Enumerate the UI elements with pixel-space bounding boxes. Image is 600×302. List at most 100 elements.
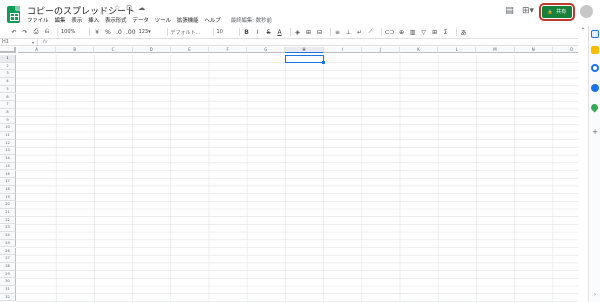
- column-header-l[interactable]: L: [438, 47, 477, 53]
- row-header-3[interactable]: 3: [0, 70, 16, 79]
- insert-link-icon[interactable]: ⊂⊃: [385, 29, 395, 36]
- insert-chart-icon[interactable]: ▥: [409, 29, 417, 36]
- row-header-1[interactable]: 1: [0, 55, 16, 63]
- menu-tools[interactable]: ツール: [155, 16, 171, 24]
- row-header-8[interactable]: 8: [0, 108, 16, 117]
- print-icon[interactable]: ⎙: [32, 28, 40, 36]
- star-icon[interactable]: ☆: [114, 4, 120, 12]
- decrease-decimal-button[interactable]: .0: [115, 29, 123, 36]
- move-folder-icon[interactable]: ⊡: [126, 4, 132, 12]
- merge-cells-icon[interactable]: ⊟: [316, 29, 324, 36]
- row-header-4[interactable]: 4: [0, 78, 16, 86]
- row-header-10[interactable]: 10: [0, 124, 16, 132]
- text-color-button[interactable]: A: [276, 29, 284, 36]
- filter-views-icon[interactable]: ⊞: [431, 29, 439, 36]
- menu-edit[interactable]: 編集: [55, 16, 66, 24]
- column-header-k[interactable]: K: [400, 47, 439, 53]
- column-header-a[interactable]: A: [18, 47, 57, 53]
- column-header-n[interactable]: N: [514, 47, 553, 53]
- row-header-22[interactable]: 22: [0, 216, 16, 225]
- text-rotation-icon[interactable]: ⟋: [367, 28, 375, 36]
- filter-icon[interactable]: ▽: [420, 29, 428, 36]
- bold-button[interactable]: B: [243, 29, 251, 36]
- column-header-d[interactable]: D: [132, 47, 171, 53]
- input-tools-icon[interactable]: あ: [460, 28, 468, 37]
- share-button[interactable]: 🔒 共有: [542, 6, 572, 18]
- menu-insert[interactable]: 挿入: [88, 16, 99, 24]
- row-header-27[interactable]: 27: [0, 255, 16, 263]
- row-header-13[interactable]: 13: [0, 147, 16, 156]
- percent-button[interactable]: %: [104, 29, 112, 36]
- menu-file[interactable]: ファイル: [27, 16, 49, 24]
- font-size-select[interactable]: 10: [217, 29, 233, 35]
- row-header-14[interactable]: 14: [0, 155, 16, 163]
- menu-format[interactable]: 表示形式: [105, 16, 127, 24]
- keep-icon[interactable]: [591, 46, 599, 54]
- row-header-29[interactable]: 29: [0, 270, 16, 279]
- row-header-24[interactable]: 24: [0, 232, 16, 240]
- spreadsheet-grid[interactable]: A B C D E F G H I J K L M N O 1 2 3 4 5 6 7 8 9 10 11 12 13 14 15 16 17…: [0, 47, 578, 302]
- row-header-15[interactable]: 15: [0, 162, 16, 171]
- menu-extensions[interactable]: 拡張機能: [177, 16, 199, 24]
- avatar[interactable]: [580, 5, 593, 18]
- row-header-6[interactable]: 6: [0, 93, 16, 102]
- row-header-26[interactable]: 26: [0, 247, 16, 256]
- tasks-icon[interactable]: [591, 64, 599, 72]
- row-header-23[interactable]: 23: [0, 224, 16, 233]
- row-header-25[interactable]: 25: [0, 239, 16, 248]
- currency-button[interactable]: ¥: [93, 29, 101, 36]
- redo-icon[interactable]: ↷: [21, 29, 29, 36]
- strikethrough-button[interactable]: S: [265, 29, 273, 36]
- expand-panel-icon[interactable]: ›: [591, 292, 599, 298]
- column-header-b[interactable]: B: [56, 47, 95, 53]
- contacts-icon[interactable]: [591, 84, 599, 92]
- text-wrap-icon[interactable]: ↵: [356, 29, 364, 36]
- column-header-g[interactable]: G: [247, 47, 286, 53]
- column-header-c[interactable]: C: [94, 47, 133, 53]
- row-header-16[interactable]: 16: [0, 170, 16, 179]
- selected-cell[interactable]: [285, 55, 324, 63]
- column-header-i[interactable]: I: [323, 47, 362, 53]
- row-header-32[interactable]: 32: [0, 293, 16, 302]
- menu-help[interactable]: ヘルプ: [205, 16, 221, 24]
- add-addon-icon[interactable]: +: [591, 128, 599, 136]
- menu-data[interactable]: データ: [133, 16, 149, 24]
- more-formats-select[interactable]: 123▾: [139, 29, 161, 35]
- row-header-21[interactable]: 21: [0, 209, 16, 217]
- select-all-corner[interactable]: [0, 47, 16, 53]
- row-header-12[interactable]: 12: [0, 139, 16, 148]
- name-box[interactable]: H1 ▾: [2, 39, 38, 46]
- maps-icon[interactable]: [589, 102, 600, 113]
- insert-comment-icon[interactable]: ⊕: [398, 29, 406, 36]
- column-header-m[interactable]: M: [476, 47, 515, 53]
- row-header-31[interactable]: 31: [0, 286, 16, 294]
- sheets-logo-icon[interactable]: [7, 6, 20, 23]
- functions-icon[interactable]: Σ: [442, 29, 450, 36]
- row-header-30[interactable]: 30: [0, 278, 16, 286]
- increase-decimal-button[interactable]: .00: [126, 29, 136, 36]
- horizontal-align-icon[interactable]: ≡: [334, 29, 342, 36]
- fill-color-icon[interactable]: ◈: [294, 29, 302, 36]
- paint-format-icon[interactable]: ⎌: [43, 28, 51, 36]
- menu-view[interactable]: 表示: [71, 16, 82, 24]
- column-header-e[interactable]: E: [170, 47, 209, 53]
- row-header-2[interactable]: 2: [0, 62, 16, 71]
- row-header-18[interactable]: 18: [0, 185, 16, 194]
- row-header-19[interactable]: 19: [0, 193, 16, 202]
- comment-history-icon[interactable]: ▤: [502, 4, 517, 19]
- row-header-11[interactable]: 11: [0, 132, 16, 140]
- column-header-j[interactable]: J: [361, 47, 400, 53]
- cloud-status-icon[interactable]: ☁: [138, 4, 145, 12]
- collapse-menus-icon[interactable]: ⌃: [578, 27, 588, 37]
- row-header-9[interactable]: 9: [0, 116, 16, 125]
- column-header-o[interactable]: O: [552, 47, 578, 53]
- zoom-select[interactable]: 100%: [61, 29, 83, 35]
- row-header-17[interactable]: 17: [0, 178, 16, 186]
- row-header-5[interactable]: 5: [0, 85, 16, 94]
- column-header-f[interactable]: F: [209, 47, 248, 53]
- font-select[interactable]: デフォルト...: [171, 29, 207, 36]
- italic-button[interactable]: I: [254, 29, 262, 36]
- fill-handle[interactable]: [321, 60, 325, 64]
- row-header-20[interactable]: 20: [0, 201, 16, 209]
- row-header-28[interactable]: 28: [0, 262, 16, 271]
